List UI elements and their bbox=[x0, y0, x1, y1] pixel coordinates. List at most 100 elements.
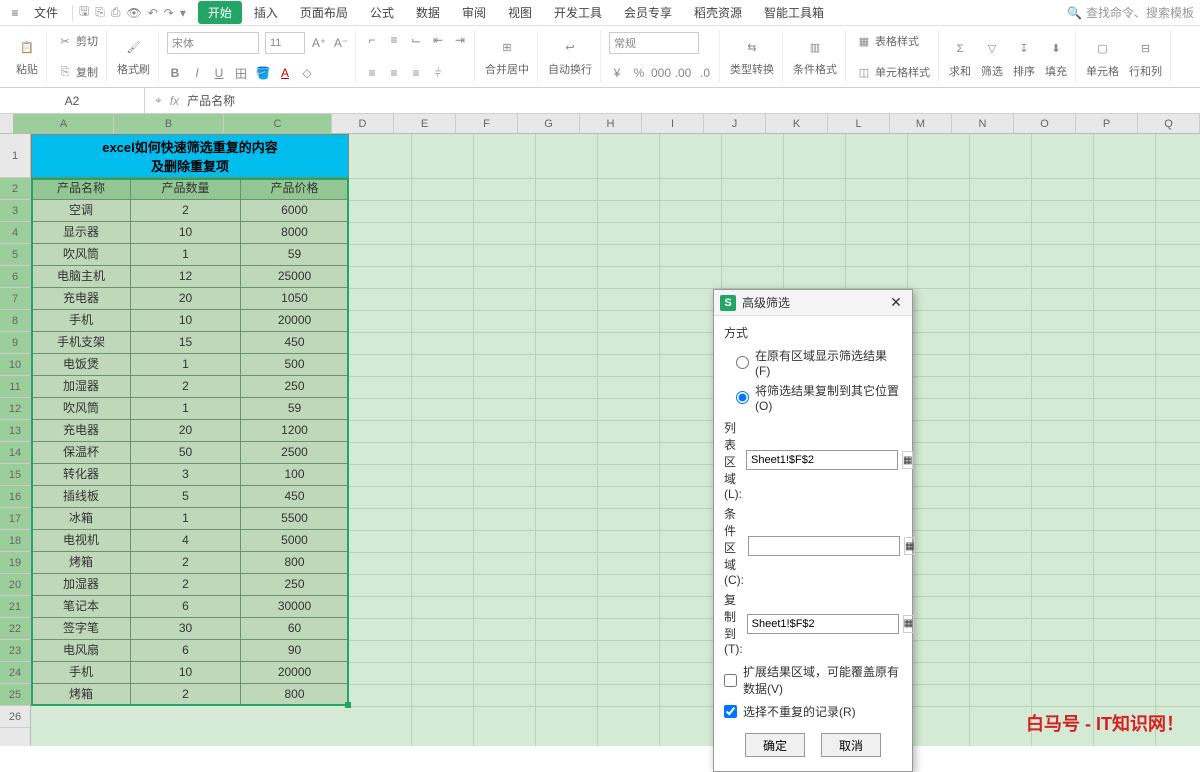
align-top-icon[interactable]: ⌐ bbox=[364, 32, 380, 48]
tab-member[interactable]: 会员专享 bbox=[614, 1, 682, 24]
row-header-5[interactable]: 5 bbox=[0, 244, 30, 266]
row-header-20[interactable]: 20 bbox=[0, 574, 30, 596]
rowcol-button[interactable]: ⊟行和列 bbox=[1127, 32, 1164, 84]
data-cell[interactable]: 30 bbox=[131, 618, 241, 640]
expand-checkbox[interactable]: 扩展结果区域，可能覆盖原有数据(V) bbox=[724, 660, 902, 700]
data-cell[interactable]: 5 bbox=[131, 486, 241, 508]
distribute-icon[interactable]: ⫩ bbox=[430, 65, 446, 81]
data-cell[interactable]: 450 bbox=[241, 332, 349, 354]
data-cell[interactable]: 1 bbox=[131, 244, 241, 266]
row-header-23[interactable]: 23 bbox=[0, 640, 30, 662]
row-header-22[interactable]: 22 bbox=[0, 618, 30, 640]
indent-dec-icon[interactable]: ⇤ bbox=[430, 32, 446, 48]
locate-icon[interactable]: ⌖ bbox=[155, 93, 162, 108]
border-icon[interactable]: 田 bbox=[233, 65, 249, 81]
header-cell[interactable]: 产品名称 bbox=[31, 178, 131, 200]
font-color-icon[interactable]: A bbox=[277, 65, 293, 81]
row-header-10[interactable]: 10 bbox=[0, 354, 30, 376]
bold-icon[interactable]: B bbox=[167, 65, 183, 81]
cancel-button[interactable]: 取消 bbox=[821, 733, 881, 757]
data-cell[interactable]: 250 bbox=[241, 376, 349, 398]
align-center-icon[interactable]: ≡ bbox=[386, 65, 402, 81]
data-cell[interactable]: 12 bbox=[131, 266, 241, 288]
data-cell[interactable]: 电视机 bbox=[31, 530, 131, 552]
data-cell[interactable]: 加湿器 bbox=[31, 376, 131, 398]
data-cell[interactable]: 1 bbox=[131, 398, 241, 420]
row-header-7[interactable]: 7 bbox=[0, 288, 30, 310]
tab-start[interactable]: 开始 bbox=[198, 1, 242, 24]
header-cell[interactable]: 产品数量 bbox=[131, 178, 241, 200]
row-header-13[interactable]: 13 bbox=[0, 420, 30, 442]
row-header-25[interactable]: 25 bbox=[0, 684, 30, 706]
dec-dec-icon[interactable]: .0 bbox=[697, 65, 713, 81]
data-cell[interactable]: 59 bbox=[241, 244, 349, 266]
font-size-select[interactable] bbox=[265, 32, 305, 54]
row-header-9[interactable]: 9 bbox=[0, 332, 30, 354]
currency-icon[interactable]: ¥ bbox=[609, 65, 625, 81]
data-cell[interactable]: 1050 bbox=[241, 288, 349, 310]
radio-copy-to[interactable]: 将筛选结果复制到其它位置(O) bbox=[724, 380, 902, 415]
data-cell[interactable]: 保温杯 bbox=[31, 442, 131, 464]
tab-resource[interactable]: 稻壳资源 bbox=[684, 1, 752, 24]
col-header-M[interactable]: M bbox=[890, 114, 952, 133]
col-header-H[interactable]: H bbox=[580, 114, 642, 133]
menu-icon[interactable]: ≡ bbox=[6, 4, 24, 22]
data-cell[interactable]: 1 bbox=[131, 354, 241, 376]
cell-style-button[interactable]: ◫单元格样式 bbox=[854, 63, 932, 81]
row-header-4[interactable]: 4 bbox=[0, 222, 30, 244]
align-left-icon[interactable]: ≡ bbox=[364, 65, 380, 81]
col-header-C[interactable]: C bbox=[224, 114, 332, 133]
row-header-12[interactable]: 12 bbox=[0, 398, 30, 420]
data-cell[interactable]: 显示器 bbox=[31, 222, 131, 244]
font-name-select[interactable] bbox=[167, 32, 259, 54]
criteria-input[interactable] bbox=[748, 536, 900, 556]
row-header-15[interactable]: 15 bbox=[0, 464, 30, 486]
data-cell[interactable]: 60 bbox=[241, 618, 349, 640]
data-cell[interactable]: 充电器 bbox=[31, 420, 131, 442]
col-header-N[interactable]: N bbox=[952, 114, 1014, 133]
tab-data[interactable]: 数据 bbox=[406, 1, 450, 24]
row-header-8[interactable]: 8 bbox=[0, 310, 30, 332]
data-cell[interactable]: 6000 bbox=[241, 200, 349, 222]
data-cell[interactable]: 3 bbox=[131, 464, 241, 486]
row-header-24[interactable]: 24 bbox=[0, 662, 30, 684]
tab-insert[interactable]: 插入 bbox=[244, 1, 288, 24]
row-header-19[interactable]: 19 bbox=[0, 552, 30, 574]
data-cell[interactable]: 25000 bbox=[241, 266, 349, 288]
list-range-picker-icon[interactable]: ▦ bbox=[902, 451, 913, 469]
list-range-input[interactable] bbox=[746, 450, 898, 470]
row-header-17[interactable]: 17 bbox=[0, 508, 30, 530]
col-header-J[interactable]: J bbox=[704, 114, 766, 133]
row-header-26[interactable]: 26 bbox=[0, 706, 30, 728]
col-header-F[interactable]: F bbox=[456, 114, 518, 133]
row-header-21[interactable]: 21 bbox=[0, 596, 30, 618]
dec-inc-icon[interactable]: .00 bbox=[675, 65, 691, 81]
data-cell[interactable]: 450 bbox=[241, 486, 349, 508]
data-cell[interactable]: 手机 bbox=[31, 310, 131, 332]
copy-button[interactable]: ⎘复制 bbox=[55, 63, 100, 81]
data-cell[interactable]: 20000 bbox=[241, 662, 349, 684]
filter-button[interactable]: ▽筛选 bbox=[979, 32, 1005, 84]
data-cell[interactable]: 烤箱 bbox=[31, 684, 131, 706]
name-box[interactable]: A2 bbox=[0, 88, 145, 113]
data-cell[interactable]: 100 bbox=[241, 464, 349, 486]
criteria-picker-icon[interactable]: ▦ bbox=[904, 537, 915, 555]
col-header-G[interactable]: G bbox=[518, 114, 580, 133]
row-header-6[interactable]: 6 bbox=[0, 266, 30, 288]
data-cell[interactable]: 烤箱 bbox=[31, 552, 131, 574]
data-cell[interactable]: 2 bbox=[131, 552, 241, 574]
copy-to-picker-icon[interactable]: ▦ bbox=[903, 615, 914, 633]
save-icon[interactable]: 🖫 bbox=[79, 2, 89, 23]
unique-checkbox[interactable]: 选择不重复的记录(R) bbox=[724, 700, 902, 723]
data-cell[interactable]: 2 bbox=[131, 684, 241, 706]
data-cell[interactable]: 5000 bbox=[241, 530, 349, 552]
decrease-font-icon[interactable]: A⁻ bbox=[333, 35, 349, 51]
data-cell[interactable]: 5500 bbox=[241, 508, 349, 530]
data-cell[interactable]: 吹风筒 bbox=[31, 244, 131, 266]
data-cell[interactable]: 1 bbox=[131, 508, 241, 530]
select-all-corner[interactable] bbox=[0, 114, 14, 133]
dialog-close-button[interactable]: ✕ bbox=[886, 294, 906, 311]
data-cell[interactable]: 4 bbox=[131, 530, 241, 552]
spreadsheet-grid[interactable]: ABCDEFGHIJKLMNOPQ 1234567891011121314151… bbox=[0, 114, 1200, 746]
ok-button[interactable]: 确定 bbox=[745, 733, 805, 757]
